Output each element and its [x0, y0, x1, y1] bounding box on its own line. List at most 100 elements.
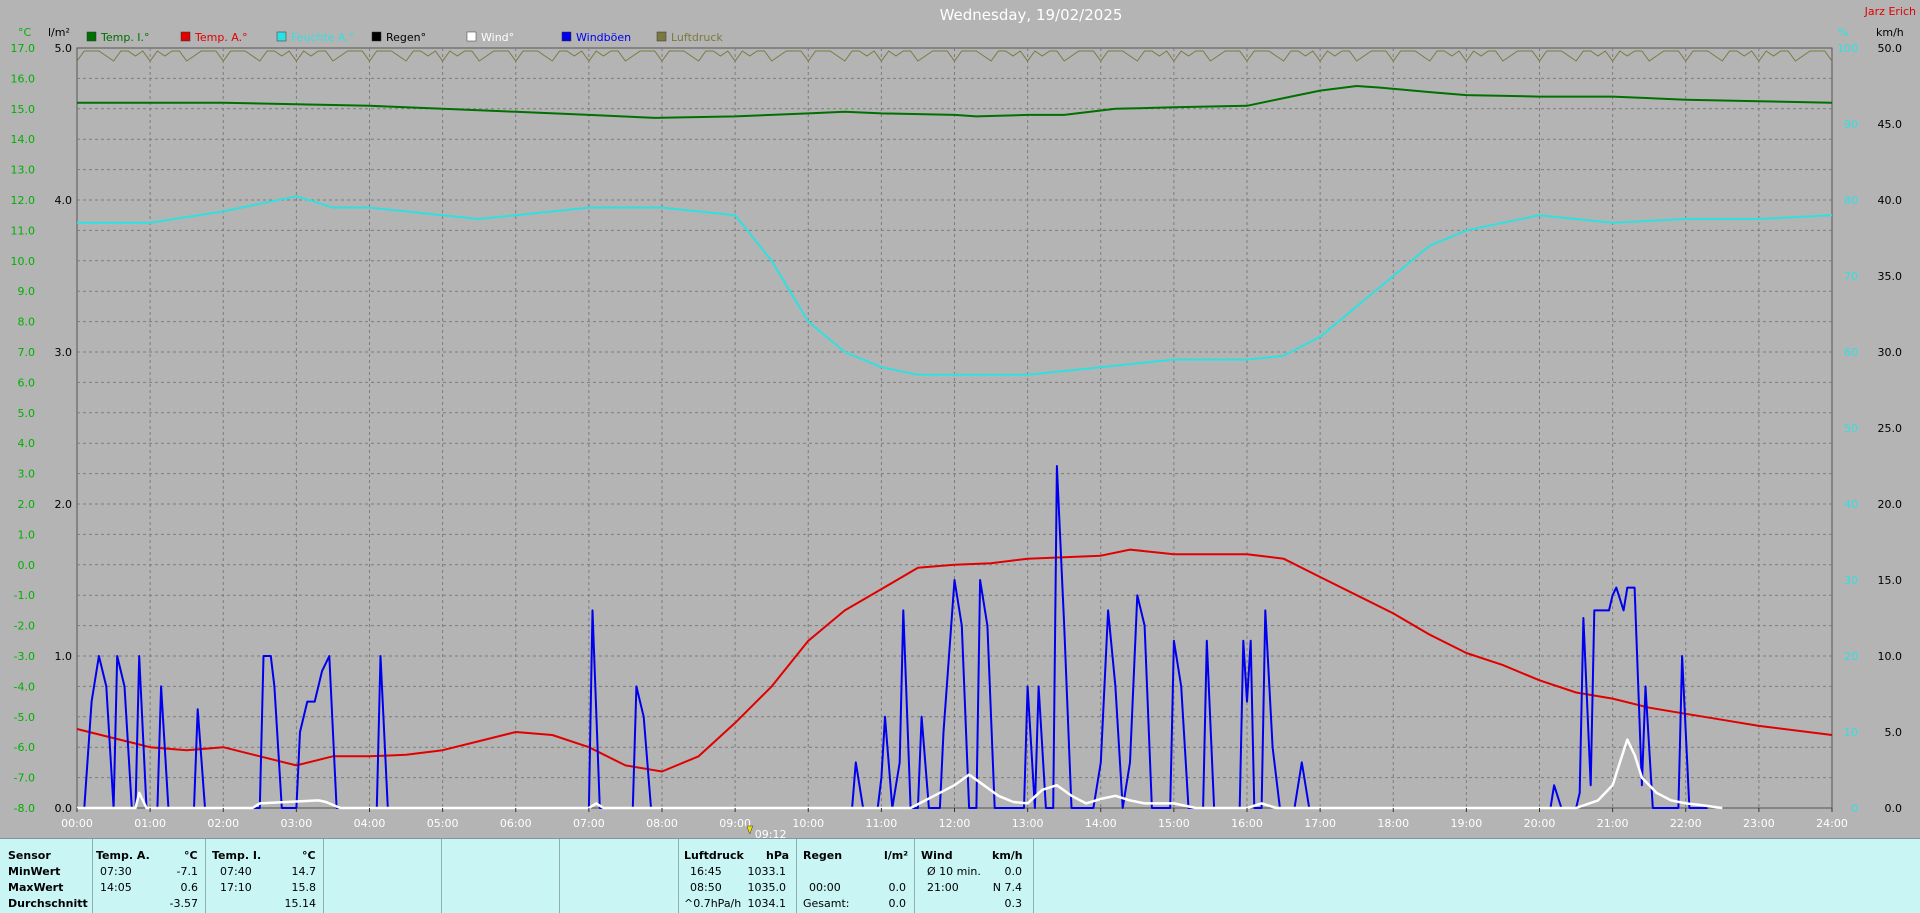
temp-tick-label: 14.0 — [11, 133, 36, 146]
rain-max-value: 0.0 — [888, 881, 907, 894]
temp-tick-label: 0.0 — [18, 559, 36, 572]
weather-chart: 00:00 01:00 02:00 03:00 04:00 05:00 06:00 07:00… — [11, 5, 1917, 838]
humidity-tick-label: 10 — [1844, 726, 1858, 739]
wind-tick-label: 20.0 — [1878, 498, 1903, 511]
temp-tick-label: 16.0 — [11, 72, 36, 85]
humidity-tick-label: 100 — [1837, 42, 1858, 55]
temp-a-header: Temp. A. — [96, 849, 150, 862]
rain-tick-label: 3.0 — [55, 346, 73, 359]
x-tick-label: 04:00 — [354, 817, 386, 830]
temp-tick-label: 2.0 — [18, 498, 36, 511]
wind-tick-label: 25.0 — [1878, 422, 1903, 435]
humidity-tick-label: 40 — [1844, 498, 1858, 511]
x-tick-label: 23:00 — [1743, 817, 1775, 830]
wind-unit: km/h — [992, 849, 1023, 862]
legend-label: Temp. I.° — [100, 31, 150, 44]
wind-tick-label: 50.0 — [1878, 42, 1903, 55]
wind-tick-label: 45.0 — [1878, 118, 1903, 131]
temp-tick-label: 8.0 — [18, 316, 36, 329]
wind-unit-label: km/h — [1876, 26, 1904, 39]
temp-a-max-time: 14:05 — [100, 881, 132, 894]
wind-tick-label: 40.0 — [1878, 194, 1903, 207]
wind-tick-label: 30.0 — [1878, 346, 1903, 359]
pressure-min-time: 16:45 — [690, 865, 722, 878]
temp-a-min-value: -7.1 — [176, 865, 198, 878]
wind-avg10-label: Ø 10 min. — [927, 865, 981, 878]
temp-i-header: Temp. I. — [212, 849, 262, 862]
temp-tick-label: -3.0 — [14, 650, 35, 663]
temp-tick-label: -5.0 — [14, 711, 35, 724]
wind-header: Wind — [921, 849, 953, 862]
temp-tick-label: -1.0 — [14, 589, 35, 602]
temp-tick-label: 3.0 — [18, 468, 36, 481]
wind-tick-label: 10.0 — [1878, 650, 1903, 663]
temp-tick-label: 6.0 — [18, 376, 36, 389]
stats-min-label: MinWert — [8, 865, 61, 878]
legend-swatch — [276, 31, 287, 42]
stats-avg-label: Durchschnitt — [8, 897, 88, 910]
legend-label: Regen° — [386, 31, 426, 44]
pressure-max-time: 08:50 — [690, 881, 722, 894]
humidity-tick-label: 90 — [1844, 118, 1858, 131]
wind-max-time: 21:00 — [927, 881, 959, 894]
temp-a-unit: °C — [184, 849, 198, 862]
chart-grid — [76, 47, 1833, 809]
wind-tick-label: 15.0 — [1878, 574, 1903, 587]
temp-unit-label: °C — [18, 26, 32, 39]
x-tick-label: 06:00 — [500, 817, 532, 830]
x-tick-label: 13:00 — [1012, 817, 1044, 830]
x-tick-label: 14:00 — [1085, 817, 1117, 830]
temp-tick-label: -4.0 — [14, 680, 35, 693]
x-tick-label: 00:00 — [61, 817, 93, 830]
time-marker-label: 09:12 — [755, 828, 787, 838]
x-tick-label: 07:00 — [573, 817, 605, 830]
x-tick-label: 21:00 — [1597, 817, 1629, 830]
x-tick-label: 03:00 — [281, 817, 313, 830]
wind-tick-label: 0.0 — [1885, 802, 1903, 815]
temp-tick-label: 9.0 — [18, 285, 36, 298]
rain-tick-label: 1.0 — [55, 650, 73, 663]
x-tick-label: 12:00 — [939, 817, 971, 830]
pressure-unit: hPa — [766, 849, 790, 862]
pressure-min-value: 1033.1 — [747, 865, 787, 878]
rain-tick-label: 0.0 — [55, 802, 73, 815]
rain-total-label: Gesamt: — [803, 897, 850, 910]
temp-i-max-time: 17:10 — [220, 881, 252, 894]
humidity-tick-label: 80 — [1844, 194, 1858, 207]
temp-a-min-time: 07:30 — [100, 865, 132, 878]
x-tick-label: 22:00 — [1670, 817, 1702, 830]
x-tick-label: 02:00 — [207, 817, 239, 830]
x-tick-label: 20:00 — [1524, 817, 1556, 830]
humidity-tick-label: 60 — [1844, 346, 1858, 359]
legend-label: Luftdruck — [671, 31, 723, 44]
temp-i-min-time: 07:40 — [220, 865, 252, 878]
legend-label: Wind° — [481, 31, 514, 44]
legend-swatch — [466, 31, 477, 42]
chart-title: Wednesday, 19/02/2025 — [940, 6, 1123, 24]
humidity-tick-label: 0 — [1851, 802, 1858, 815]
temp-tick-label: 13.0 — [11, 164, 36, 177]
x-tick-label: 18:00 — [1377, 817, 1409, 830]
legend-swatch — [561, 31, 572, 42]
x-tick-label: 08:00 — [646, 817, 678, 830]
temp-tick-label: 1.0 — [18, 528, 36, 541]
x-tick-label: 05:00 — [427, 817, 459, 830]
x-tick-label: 16:00 — [1231, 817, 1263, 830]
temp-a-avg: -3.57 — [169, 897, 198, 910]
legend-label: Windböen — [576, 31, 631, 44]
temp-tick-label: -7.0 — [14, 772, 35, 785]
pressure-avg: 1034.1 — [747, 897, 787, 910]
rain-unit-label: l/m² — [48, 26, 70, 39]
temp-a-max-value: 0.6 — [180, 881, 199, 894]
pressure-header: Luftdruck — [684, 849, 744, 862]
x-tick-label: 19:00 — [1451, 817, 1483, 830]
temp-i-max-value: 15.8 — [291, 881, 317, 894]
temp-tick-label: -8.0 — [14, 802, 35, 815]
humidity-tick-label: 30 — [1844, 574, 1858, 587]
x-tick-label: 11:00 — [866, 817, 898, 830]
wind-avg10-value: 0.0 — [1004, 865, 1023, 878]
rain-unit: l/m² — [884, 849, 909, 862]
rain-total: 0.0 — [888, 897, 907, 910]
chart-legend: Temp. I.° Temp. A.° Feuchte A.° Regen° Wind°… — [86, 31, 723, 44]
x-tick-label: 01:00 — [134, 817, 166, 830]
